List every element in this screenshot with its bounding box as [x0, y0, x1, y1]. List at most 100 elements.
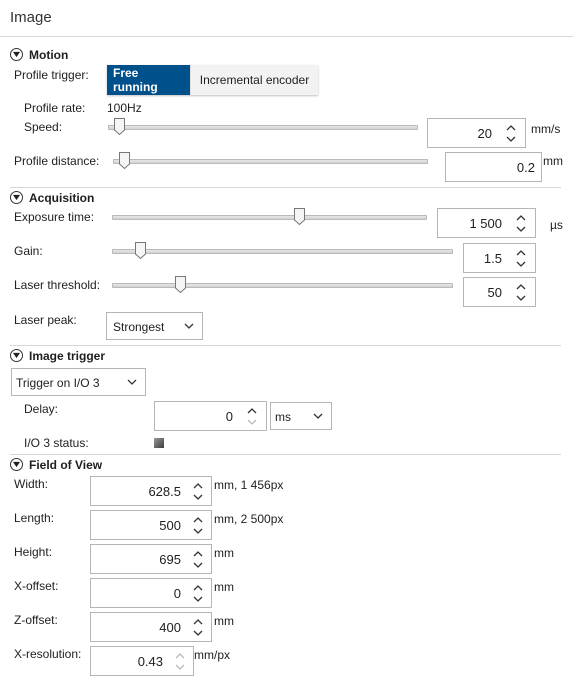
speed-decrement-button[interactable] — [500, 133, 522, 145]
fov-x-offset-value: 0 — [173, 586, 181, 601]
chevron-down-icon — [193, 528, 203, 534]
fov-width-increment-button[interactable] — [187, 479, 209, 491]
speed-slider-thumb[interactable] — [113, 118, 125, 135]
speed-label: Speed: — [24, 120, 63, 134]
fov-length-unit: mm, 2 500px — [214, 512, 284, 526]
speed-slider-track[interactable] — [108, 125, 418, 130]
fov-height-input[interactable]: 695 — [90, 544, 212, 574]
fov-z-offset-label: Z-offset: — [14, 613, 58, 627]
chevron-up-icon — [193, 584, 203, 590]
image-trigger-divider — [10, 454, 561, 455]
delay-increment-button[interactable] — [241, 404, 263, 416]
io-status-indicator — [154, 438, 164, 448]
laser-peak-value: Strongest — [113, 320, 165, 334]
laser-peak-dropdown[interactable]: Strongest — [106, 312, 203, 340]
profile-distance-value: 0.2 — [516, 160, 535, 175]
laser-threshold-input[interactable]: 50 — [463, 277, 536, 307]
fov-z-offset-value: 400 — [159, 620, 181, 635]
gain-spinner — [510, 246, 532, 270]
fov-z-offset-decrement-button[interactable] — [187, 627, 209, 639]
speed-spinner — [500, 121, 522, 145]
header-divider — [0, 36, 573, 37]
fov-height-spinner — [187, 547, 209, 571]
threshold-decrement-button[interactable] — [510, 292, 532, 304]
fov-z-offset-unit: mm — [214, 614, 234, 628]
fov-section-title: Field of View — [29, 458, 103, 472]
acquisition-collapse-toggle[interactable] — [10, 191, 23, 204]
exposure-time-value: 1 500 — [469, 216, 502, 231]
exposure-increment-button[interactable] — [510, 211, 532, 223]
threshold-increment-button[interactable] — [510, 280, 532, 292]
threshold-slider-thumb[interactable] — [174, 276, 186, 293]
delay-spinner — [241, 404, 263, 428]
gain-value: 1.5 — [483, 251, 502, 266]
delay-decrement-button[interactable] — [241, 416, 263, 428]
chevron-up-icon — [516, 283, 526, 289]
chevron-down-icon — [506, 136, 516, 142]
chevron-up-icon — [516, 214, 526, 220]
collapse-arrow-icon — [13, 194, 20, 201]
fov-width-label: Width: — [14, 477, 49, 491]
image-trigger-section-title: Image trigger — [29, 349, 106, 363]
fov-width-decrement-button[interactable] — [187, 491, 209, 503]
chevron-down-icon — [184, 323, 194, 329]
fov-x-resolution-unit: mm/px — [194, 648, 230, 662]
fov-x-resolution-increment-button[interactable] — [169, 649, 191, 661]
distance-slider-thumb[interactable] — [119, 152, 131, 169]
profile-distance-input[interactable]: 0.2 — [445, 152, 542, 182]
fov-height-decrement-button[interactable] — [187, 559, 209, 571]
exposure-slider-track[interactable] — [112, 215, 427, 220]
fov-x-offset-spinner — [187, 581, 209, 605]
fov-x-resolution-spinner — [169, 649, 191, 673]
exposure-time-input[interactable]: 1 500 — [437, 208, 536, 238]
fov-length-increment-button[interactable] — [187, 513, 209, 525]
panel-title: Image — [10, 9, 52, 26]
gain-increment-button[interactable] — [510, 246, 532, 258]
chevron-down-icon — [127, 379, 137, 385]
delay-label: Delay: — [24, 402, 59, 416]
delay-unit-dropdown[interactable]: ms — [270, 402, 332, 430]
chevron-up-icon — [175, 652, 185, 658]
speed-increment-button[interactable] — [500, 121, 522, 133]
chevron-up-icon — [193, 482, 203, 488]
fov-height-increment-button[interactable] — [187, 547, 209, 559]
chevron-down-icon — [193, 562, 203, 568]
fov-width-value: 628.5 — [148, 484, 181, 499]
delay-input[interactable]: 0 — [154, 401, 267, 431]
gain-input[interactable]: 1.5 — [463, 243, 536, 273]
threshold-spinner — [510, 280, 532, 304]
image-trigger-mode-dropdown[interactable]: Trigger on I/O 3 — [11, 368, 146, 396]
fov-length-input[interactable]: 500 — [90, 510, 212, 540]
exposure-decrement-button[interactable] — [510, 223, 532, 235]
gain-slider-track[interactable] — [112, 249, 453, 254]
fov-x-resolution-decrement-button[interactable] — [169, 661, 191, 673]
fov-x-resolution-input[interactable]: 0.43 — [90, 646, 194, 676]
profile-distance-unit: mm — [543, 154, 563, 168]
laser-peak-label: Laser peak: — [14, 313, 77, 327]
fov-length-decrement-button[interactable] — [187, 525, 209, 537]
exposure-slider-thumb[interactable] — [294, 208, 306, 225]
image-trigger-collapse-toggle[interactable] — [10, 349, 23, 362]
fov-x-offset-increment-button[interactable] — [187, 581, 209, 593]
threshold-slider-track[interactable] — [112, 283, 453, 288]
chevron-up-icon — [193, 516, 203, 522]
fov-z-offset-input[interactable]: 400 — [90, 612, 212, 642]
fov-collapse-toggle[interactable] — [10, 458, 23, 471]
collapse-arrow-icon — [13, 51, 20, 58]
fov-x-offset-input[interactable]: 0 — [90, 578, 212, 608]
fov-z-offset-increment-button[interactable] — [187, 615, 209, 627]
exposure-time-label: Exposure time: — [14, 210, 95, 224]
delay-value: 0 — [225, 409, 233, 424]
speed-input[interactable]: 20 — [427, 118, 526, 148]
gain-decrement-button[interactable] — [510, 258, 532, 270]
delay-unit-value: ms — [275, 410, 291, 424]
distance-slider-track[interactable] — [113, 159, 428, 164]
gain-slider-thumb[interactable] — [135, 242, 147, 259]
incremental-encoder-button[interactable]: Incremental encoder — [190, 65, 318, 95]
fov-width-input[interactable]: 628.5 — [90, 476, 212, 506]
motion-collapse-toggle[interactable] — [10, 48, 23, 61]
chevron-up-icon — [516, 249, 526, 255]
fov-width-unit: mm, 1 456px — [214, 478, 284, 492]
fov-x-offset-decrement-button[interactable] — [187, 593, 209, 605]
free-running-button[interactable]: Free running — [107, 65, 190, 95]
